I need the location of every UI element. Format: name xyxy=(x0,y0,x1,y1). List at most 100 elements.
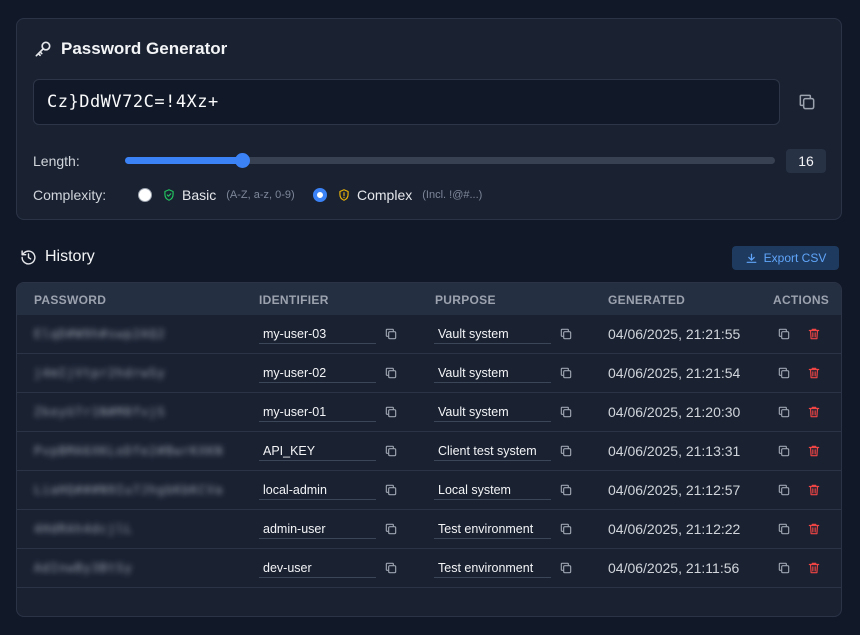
copy-purpose-button[interactable] xyxy=(559,561,573,575)
purpose-cell xyxy=(434,315,573,353)
copy-purpose-button[interactable] xyxy=(559,405,573,419)
copy-icon xyxy=(385,328,397,340)
copy-row-password-button[interactable] xyxy=(777,444,791,458)
length-label: Length: xyxy=(33,153,80,169)
identifier-input[interactable] xyxy=(259,480,376,500)
delete-row-button[interactable] xyxy=(807,483,821,497)
copy-row-password-button[interactable] xyxy=(777,405,791,419)
trash-icon xyxy=(808,484,820,496)
identifier-cell xyxy=(259,510,398,548)
complexity-option-basic[interactable]: Basic (A-Z, a-z, 0-9) xyxy=(138,187,295,203)
copy-icon xyxy=(778,367,790,379)
purpose-input[interactable] xyxy=(434,441,551,461)
masked-password[interactable]: ElqD#W9h#swp2AQ2 xyxy=(34,327,166,341)
basic-label: Basic xyxy=(182,187,217,203)
copy-icon xyxy=(385,406,397,418)
copy-purpose-button[interactable] xyxy=(559,366,573,380)
history-icon xyxy=(20,249,37,266)
copy-icon xyxy=(560,367,572,379)
identifier-cell xyxy=(259,393,398,431)
identifier-input[interactable] xyxy=(259,558,376,578)
complexity-option-complex[interactable]: Complex (Incl. !@#...) xyxy=(313,187,482,203)
masked-password[interactable]: j4mIjVtpr2hdrwSy xyxy=(34,366,166,380)
identifier-cell xyxy=(259,549,398,587)
purpose-input[interactable] xyxy=(434,519,551,539)
copy-icon xyxy=(385,484,397,496)
complex-radio[interactable] xyxy=(313,188,327,202)
copy-identifier-button[interactable] xyxy=(384,561,398,575)
copy-password-button[interactable] xyxy=(797,92,817,112)
identifier-input[interactable] xyxy=(259,363,376,383)
copy-row-password-button[interactable] xyxy=(777,327,791,341)
length-value: 16 xyxy=(786,149,826,173)
generated-timestamp: 04/06/2025, 21:21:54 xyxy=(608,365,741,381)
delete-row-button[interactable] xyxy=(807,327,821,341)
copy-purpose-button[interactable] xyxy=(559,522,573,536)
delete-row-button[interactable] xyxy=(807,366,821,380)
delete-row-button[interactable] xyxy=(807,444,821,458)
length-slider-fill xyxy=(125,157,242,164)
copy-identifier-button[interactable] xyxy=(384,327,398,341)
identifier-input[interactable] xyxy=(259,402,376,422)
copy-row-password-button[interactable] xyxy=(777,561,791,575)
copy-icon xyxy=(385,562,397,574)
generated-timestamp: 04/06/2025, 21:20:30 xyxy=(608,404,741,420)
copy-icon xyxy=(778,484,790,496)
purpose-input[interactable] xyxy=(434,480,551,500)
generated-password-field[interactable]: Cz}DdWV72C=!4Xz+ xyxy=(33,79,780,125)
delete-row-button[interactable] xyxy=(807,561,821,575)
identifier-cell xyxy=(259,315,398,353)
copy-identifier-button[interactable] xyxy=(384,444,398,458)
basic-radio[interactable] xyxy=(138,188,152,202)
delete-row-button[interactable] xyxy=(807,405,821,419)
purpose-input[interactable] xyxy=(434,402,551,422)
copy-row-password-button[interactable] xyxy=(777,522,791,536)
masked-password[interactable]: PvpBMA6XKLoDfe2#BwrKXKN xyxy=(34,444,223,458)
copy-identifier-button[interactable] xyxy=(384,522,398,536)
identifier-input[interactable] xyxy=(259,441,376,461)
column-header-password: PASSWORD xyxy=(34,293,107,307)
password-cell: j4mIjVtpr2hdrwSy xyxy=(34,354,166,392)
copy-icon xyxy=(560,484,572,496)
masked-password[interactable]: 4HdRAh4dcjlL xyxy=(34,522,133,536)
copy-icon xyxy=(560,562,572,574)
copy-identifier-button[interactable] xyxy=(384,366,398,380)
length-slider[interactable] xyxy=(125,153,775,168)
masked-password[interactable]: LiaHQ###N9Iu7JhgbKbKCVa xyxy=(34,483,223,497)
trash-icon xyxy=(808,523,820,535)
copy-identifier-button[interactable] xyxy=(384,405,398,419)
actions-cell xyxy=(777,393,821,431)
basic-hint: (A-Z, a-z, 0-9) xyxy=(226,189,295,201)
length-slider-handle[interactable] xyxy=(235,153,250,168)
identifier-input[interactable] xyxy=(259,324,376,344)
complex-label: Complex xyxy=(357,187,413,203)
identifier-cell xyxy=(259,354,398,392)
generated-cell: 04/06/2025, 21:21:55 xyxy=(608,315,740,353)
masked-password[interactable]: ZkeyU7r1N#M8fvjS xyxy=(34,405,166,419)
masked-password[interactable]: AdInwBy3BtSy xyxy=(34,561,133,575)
copy-purpose-button[interactable] xyxy=(559,327,573,341)
copy-row-password-button[interactable] xyxy=(777,483,791,497)
table-row: ZkeyU7r1N#M8fvjS 04/06/2025, 21:20:30 xyxy=(17,393,841,432)
delete-row-button[interactable] xyxy=(807,522,821,536)
password-cell: LiaHQ###N9Iu7JhgbKbKCVa xyxy=(34,471,223,509)
copy-purpose-button[interactable] xyxy=(559,483,573,497)
identifier-input[interactable] xyxy=(259,519,376,539)
column-header-identifier: IDENTIFIER xyxy=(259,293,329,307)
copy-icon xyxy=(778,406,790,418)
generator-header: Password Generator xyxy=(33,39,227,59)
trash-icon xyxy=(808,367,820,379)
password-cell: 4HdRAh4dcjlL xyxy=(34,510,133,548)
purpose-input[interactable] xyxy=(434,363,551,383)
purpose-cell xyxy=(434,354,573,392)
generated-timestamp: 04/06/2025, 21:11:56 xyxy=(608,560,740,576)
generated-timestamp: 04/06/2025, 21:12:57 xyxy=(608,482,741,498)
copy-identifier-button[interactable] xyxy=(384,483,398,497)
purpose-input[interactable] xyxy=(434,324,551,344)
identifier-cell xyxy=(259,432,398,470)
export-csv-button[interactable]: Export CSV xyxy=(732,246,839,270)
copy-row-password-button[interactable] xyxy=(777,366,791,380)
purpose-input[interactable] xyxy=(434,558,551,578)
copy-purpose-button[interactable] xyxy=(559,444,573,458)
table-row: 4HdRAh4dcjlL 04/06/2025, 21:12:22 xyxy=(17,510,841,549)
